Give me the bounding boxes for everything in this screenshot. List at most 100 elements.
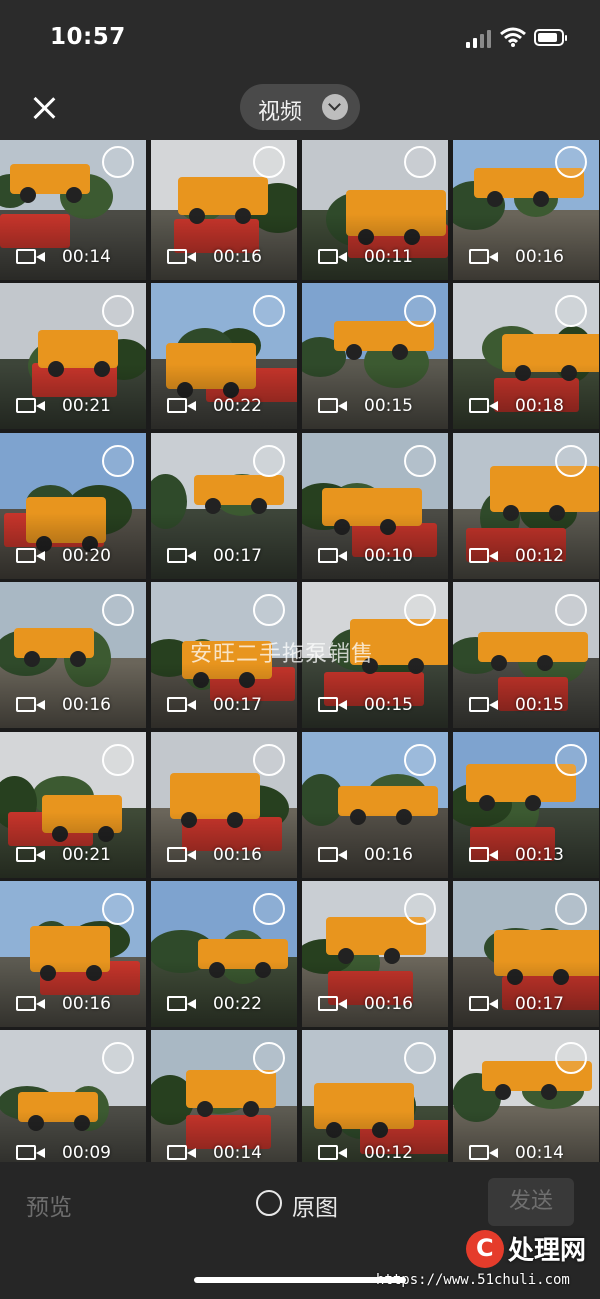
thumbnail-pump [194,474,284,514]
select-circle-icon[interactable] [102,594,134,627]
select-circle-icon[interactable] [102,893,134,925]
video-camera-icon [469,398,498,414]
video-camera-icon [318,1145,347,1161]
select-circle-icon[interactable] [555,893,587,925]
video-thumbnail[interactable]: 00:14 [151,1030,297,1162]
select-circle-icon[interactable] [555,444,587,477]
video-duration: 00:11 [364,247,413,267]
video-duration: 00:16 [213,247,262,267]
video-camera-icon [167,398,196,414]
video-duration: 00:12 [364,1143,413,1162]
video-duration: 00:10 [364,545,413,566]
video-thumbnail[interactable]: 00:13 [453,731,599,878]
video-camera-icon [318,547,347,563]
video-thumbnail[interactable]: 00:20 [0,432,146,579]
video-camera-icon [318,996,347,1011]
video-duration: 00:20 [62,545,111,566]
video-duration: 00:09 [62,1143,111,1162]
select-circle-icon[interactable] [253,893,285,925]
close-icon[interactable] [28,92,60,124]
video-thumbnail[interactable]: 00:10 [302,432,448,579]
video-thumbnail[interactable]: 00:15 [453,582,599,729]
video-thumbnail[interactable]: 00:22 [151,881,297,1027]
original-label: 原图 [292,1195,338,1221]
video-thumbnail[interactable]: 00:17 [453,881,599,1027]
thumbnail-pump [10,164,90,203]
video-thumbnail[interactable]: 00:09 [0,1030,146,1162]
video-duration: 00:14 [213,1143,262,1162]
video-camera-icon [167,547,196,563]
select-circle-icon[interactable] [404,444,436,477]
video-thumbnail[interactable]: 00:16 [302,881,448,1027]
video-camera-icon [167,1145,196,1161]
thumbnail-pump [186,1070,276,1118]
video-camera-icon [469,1145,498,1161]
select-circle-icon[interactable] [253,743,285,776]
video-duration: 00:17 [515,994,564,1014]
video-thumbnail[interactable]: 00:18 [453,283,599,430]
video-thumbnail[interactable]: 00:11 [302,140,448,280]
video-camera-icon [167,846,196,862]
select-circle-icon[interactable] [102,444,134,477]
video-duration: 00:15 [515,695,564,716]
video-duration: 00:14 [62,247,111,267]
video-camera-icon [318,249,347,264]
site-logo-icon [466,1230,504,1268]
select-circle-icon[interactable] [253,444,285,477]
video-camera-icon [16,398,45,414]
video-camera-icon [16,249,45,264]
select-circle-icon[interactable] [102,743,134,776]
select-circle-icon[interactable] [555,743,587,776]
site-name: 处理网 [508,1236,587,1266]
select-circle-icon[interactable] [102,146,134,178]
video-camera-icon [16,846,45,862]
video-camera-icon [469,249,498,264]
video-duration: 00:13 [515,844,564,865]
select-circle-icon[interactable] [555,146,587,178]
video-duration: 00:16 [364,844,413,865]
select-circle-icon[interactable] [404,893,436,925]
top-bar: 视频 [0,80,600,140]
video-camera-icon [318,846,347,862]
video-camera-icon [318,697,347,713]
send-button[interactable]: 发送 [488,1178,574,1226]
wifi-icon [500,27,526,47]
video-thumbnail[interactable]: 00:12 [453,432,599,579]
video-thumbnail[interactable]: 00:16 [302,731,448,878]
thumbnail-pump [478,632,588,672]
video-duration: 00:22 [213,994,262,1014]
video-thumbnail[interactable]: 00:21 [0,283,146,430]
select-circle-icon[interactable] [404,594,436,627]
album-title: 视频 [258,100,303,125]
video-camera-icon [167,697,196,713]
original-radio-icon [256,1190,282,1216]
video-duration: 00:18 [515,396,564,417]
select-circle-icon[interactable] [253,594,285,627]
thumbnail-pump [490,465,599,521]
select-circle-icon[interactable] [555,594,587,627]
video-thumbnail[interactable]: 00:17 [151,432,297,579]
video-thumbnail[interactable]: 00:15 [302,283,448,430]
select-circle-icon[interactable] [404,146,436,178]
video-camera-icon [469,996,498,1011]
video-duration: 00:16 [213,844,262,865]
signal-icon [466,30,492,48]
thumbnail-pump [14,628,94,668]
album-selector[interactable]: 视频 [240,84,360,130]
video-duration: 00:21 [62,396,111,417]
video-camera-icon [318,398,347,414]
select-circle-icon[interactable] [253,146,285,178]
video-thumbnail[interactable]: 00:16 [151,731,297,878]
video-thumbnail[interactable]: 00:16 [151,140,297,280]
select-circle-icon[interactable] [404,743,436,776]
video-thumbnail[interactable]: 00:14 [0,140,146,280]
video-thumbnail[interactable]: 00:16 [0,881,146,1027]
video-thumbnail[interactable]: 00:16 [0,582,146,729]
preview-button[interactable]: 预览 [26,1188,72,1222]
video-thumbnail[interactable]: 00:16 [453,140,599,280]
video-thumbnail[interactable]: 00:22 [151,283,297,430]
video-thumbnail[interactable]: 00:14 [453,1030,599,1162]
video-thumbnail[interactable]: 00:12 [302,1030,448,1162]
video-thumbnail[interactable]: 00:21 [0,731,146,878]
home-indicator[interactable] [194,1277,406,1283]
